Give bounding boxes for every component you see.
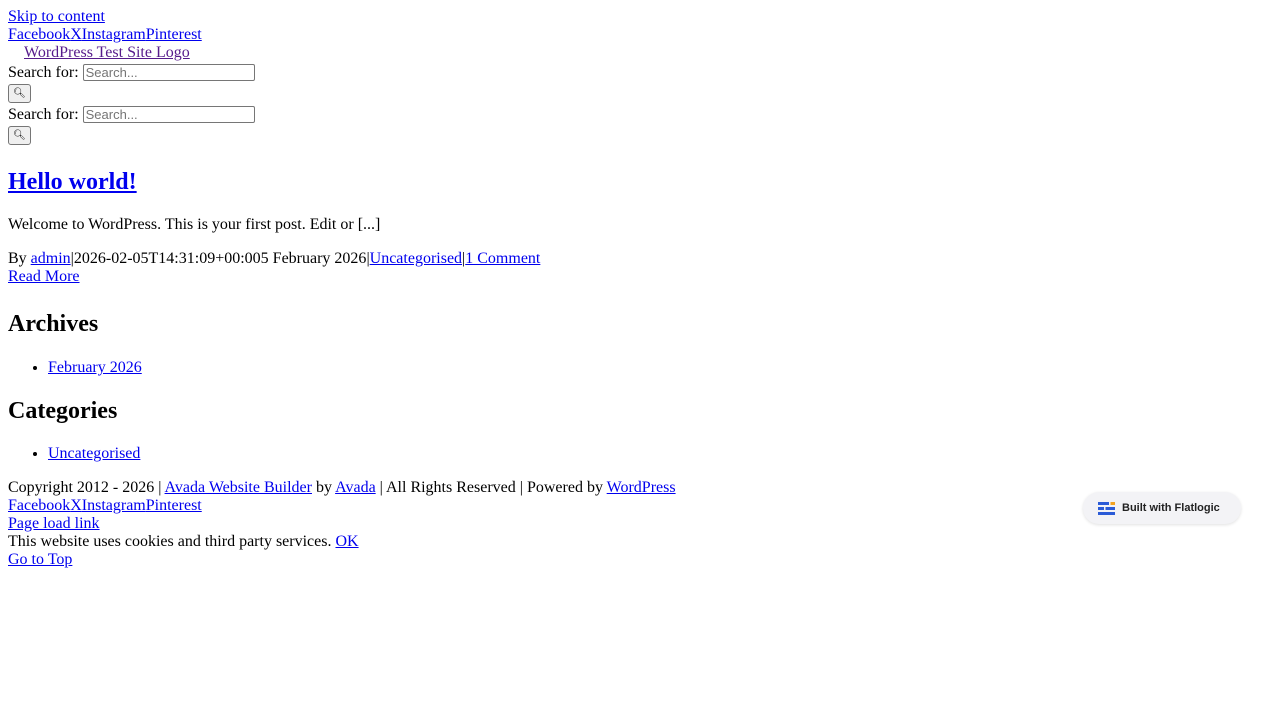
avada-website-builder-link[interactable]: Avada Website Builder xyxy=(165,479,312,496)
post-meta-by: By xyxy=(8,250,31,267)
archives-heading: Archives xyxy=(8,311,99,337)
built-with-flatlogic-badge[interactable]: Built with Flatlogic xyxy=(1083,492,1241,524)
search-button-row: 🔍︎ xyxy=(8,125,1272,146)
broken-image-icon xyxy=(8,44,24,60)
page-load-row: Page load link xyxy=(8,515,1272,533)
sticky-search-form: Search for: xyxy=(8,104,1272,125)
read-more-link[interactable]: Read More xyxy=(8,268,80,285)
social-pinterest-link[interactable]: Pinterest xyxy=(146,26,202,43)
search-button[interactable]: 🔍︎ xyxy=(8,84,31,103)
post-datetime-raw: 2026-02-05T14:31:09+00:00 xyxy=(73,250,261,267)
read-more-row: Read More xyxy=(8,268,1272,286)
categories-list: Uncategorised xyxy=(8,445,1272,463)
page: Skip to content FacebookXInstagramPinter… xyxy=(0,0,1280,569)
social-facebook-link[interactable]: Facebook xyxy=(8,497,70,514)
post-meta: By admin|2026-02-05T14:31:09+00:005 Febr… xyxy=(8,250,1272,268)
archive-link-february-2026[interactable]: February 2026 xyxy=(48,359,142,376)
flatlogic-logo-icon xyxy=(1098,501,1115,515)
social-x-link[interactable]: X xyxy=(70,497,82,514)
cookie-notice: This website uses cookies and third part… xyxy=(8,533,1272,551)
header-search-form: Search for: xyxy=(8,62,1272,83)
social-instagram-link[interactable]: Instagram xyxy=(82,26,146,43)
go-to-top-row: Go to Top xyxy=(8,551,1272,569)
search-input[interactable] xyxy=(82,106,255,123)
social-facebook-link[interactable]: Facebook xyxy=(8,26,70,43)
social-pinterest-link[interactable]: Pinterest xyxy=(146,497,202,514)
search-input[interactable] xyxy=(82,64,255,81)
site-logo-alt: WordPress Test Site Logo xyxy=(24,44,190,61)
avada-link[interactable]: Avada xyxy=(335,479,376,496)
site-logo-link[interactable]: WordPress Test Site Logo xyxy=(8,44,190,61)
post-excerpt: Welcome to WordPress. This is your first… xyxy=(8,216,381,233)
go-to-top-link[interactable]: Go to Top xyxy=(8,551,72,568)
category-link-uncategorised[interactable]: Uncategorised xyxy=(48,445,140,462)
search-label: Search for: xyxy=(8,105,79,123)
copyright-text: Copyright 2012 - 2026 | xyxy=(8,479,165,496)
page-load-link[interactable]: Page load link xyxy=(8,515,100,532)
search-label: Search for: xyxy=(8,63,79,81)
header-social-links: FacebookXInstagramPinterest xyxy=(8,26,1272,44)
rights-text: | All Rights Reserved | Powered by xyxy=(375,479,607,496)
list-item: Uncategorised xyxy=(48,445,1272,463)
archives-list: February 2026 xyxy=(8,359,1272,377)
wordpress-link[interactable]: WordPress xyxy=(607,479,676,496)
search-button[interactable]: 🔍︎ xyxy=(8,126,31,145)
search-button-row: 🔍︎ xyxy=(8,83,1272,104)
post-comments-link[interactable]: 1 Comment xyxy=(465,250,540,267)
social-instagram-link[interactable]: Instagram xyxy=(82,497,146,514)
search-icon: 🔍︎ xyxy=(13,88,26,99)
search-icon: 🔍︎ xyxy=(13,130,26,141)
logo-row: WordPress Test Site Logo xyxy=(8,44,1272,62)
cookie-ok-link[interactable]: OK xyxy=(335,533,358,550)
post-title: Hello world! xyxy=(8,168,1272,196)
post-author-link[interactable]: admin xyxy=(31,250,71,267)
skip-row: Skip to content xyxy=(8,8,1272,26)
social-x-link[interactable]: X xyxy=(70,26,82,43)
copyright-by: by xyxy=(311,479,336,496)
post-title-link[interactable]: Hello world! xyxy=(8,169,137,195)
categories-heading: Categories xyxy=(8,398,118,424)
post-date: 5 February 2026 xyxy=(260,250,367,267)
footer-copyright: Copyright 2012 - 2026 | Avada Website Bu… xyxy=(8,479,1272,497)
cookie-text: This website uses cookies and third part… xyxy=(8,533,336,550)
skip-to-content-link[interactable]: Skip to content xyxy=(8,8,105,25)
post-category-link[interactable]: Uncategorised xyxy=(370,250,462,267)
badge-text: Built with Flatlogic xyxy=(1122,502,1220,514)
list-item: February 2026 xyxy=(48,359,1272,377)
